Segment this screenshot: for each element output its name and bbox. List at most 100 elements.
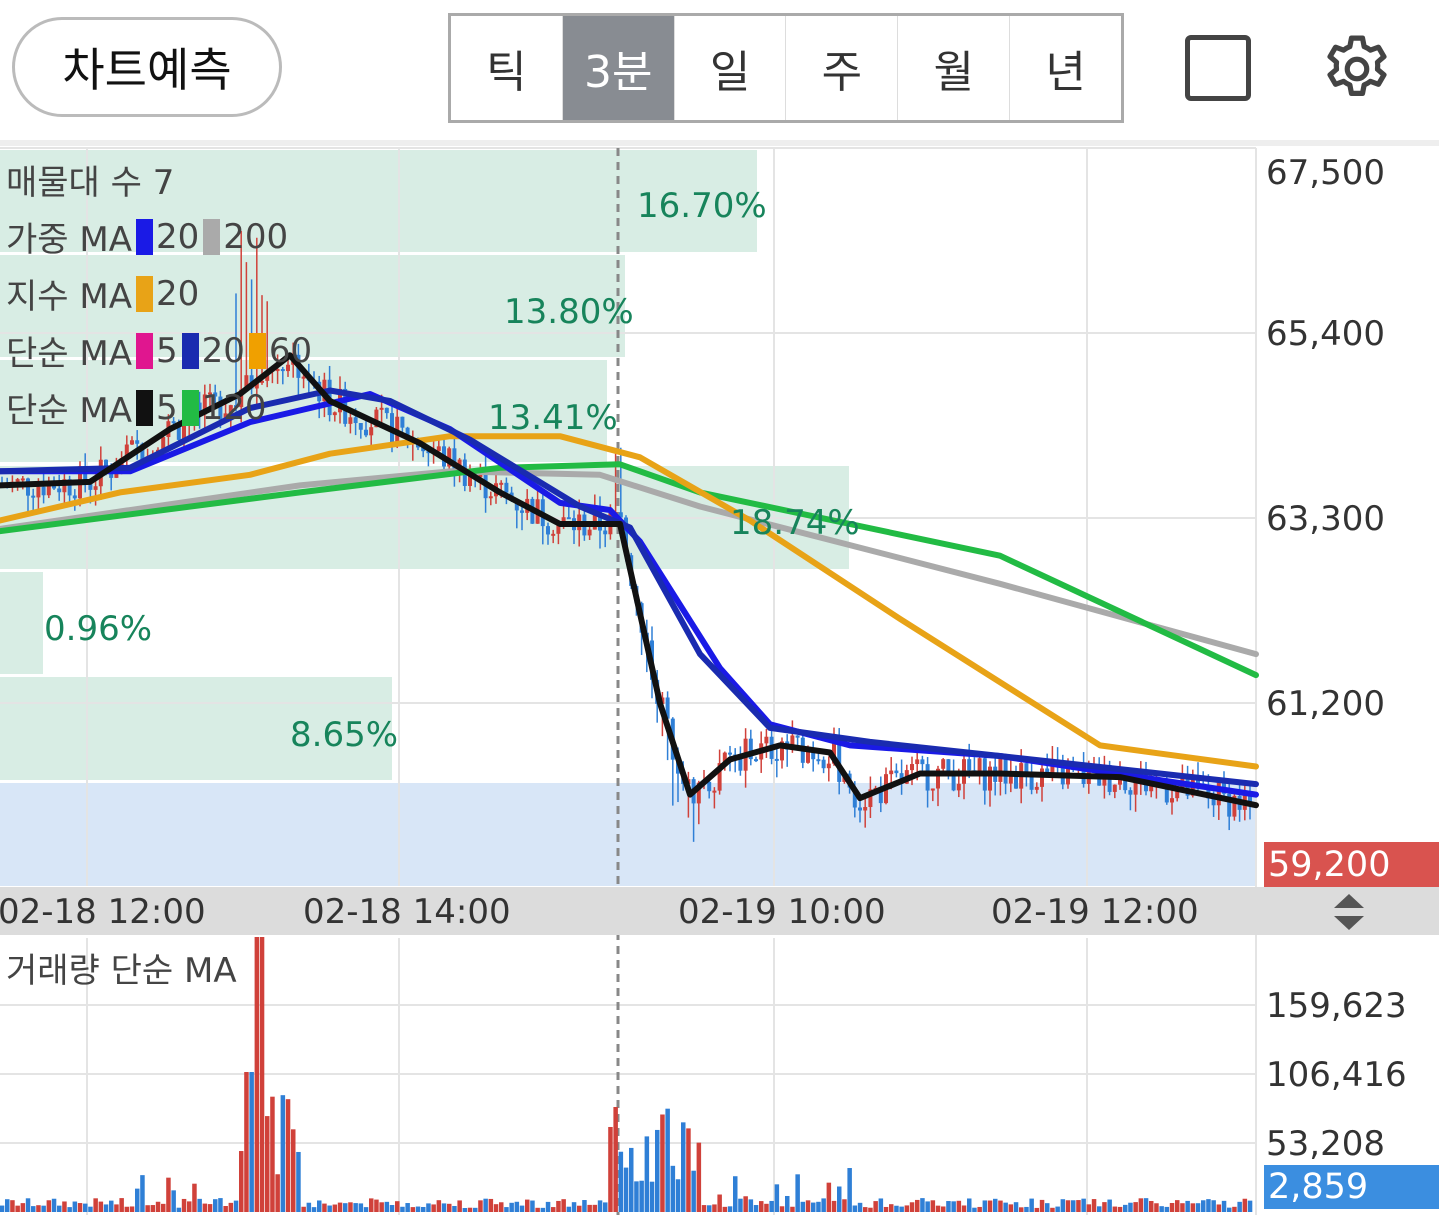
tab-week[interactable]: 주	[786, 16, 899, 120]
volume-bar	[410, 1207, 416, 1212]
volume-bar	[696, 1142, 702, 1212]
volume-bar	[873, 1201, 878, 1212]
volume-bar	[233, 1200, 239, 1212]
volume-bar	[649, 1181, 655, 1212]
tab-tick[interactable]: 틱	[451, 16, 563, 120]
volume-bar	[566, 1206, 572, 1212]
price-tick: 63,300	[1266, 499, 1385, 539]
volume-bar	[993, 1198, 998, 1212]
volume-bar	[46, 1200, 52, 1212]
volume-bar	[488, 1198, 494, 1212]
volume-bar	[831, 1200, 837, 1212]
volume-bar	[467, 1207, 473, 1212]
volume-bar	[1180, 1203, 1185, 1212]
volume-bar	[847, 1168, 852, 1212]
volume-bar	[592, 1204, 598, 1212]
candle-body	[889, 770, 894, 775]
legend-label: 가중 MA	[6, 220, 132, 260]
volume-bar	[826, 1182, 832, 1212]
candle-body	[587, 529, 592, 536]
volume-bar	[114, 1204, 119, 1212]
volume-bar	[618, 1151, 624, 1212]
volume-bar	[769, 1200, 774, 1212]
legend-simple-ma-1[interactable]: 단순 MA 5 20 60	[6, 326, 312, 375]
volume-bar	[1055, 1206, 1060, 1212]
volume-bar	[759, 1201, 764, 1212]
volume-bar	[545, 1201, 551, 1212]
candle-body	[764, 736, 769, 744]
volume-bar	[743, 1196, 748, 1212]
volume-bar	[0, 1205, 5, 1212]
volume-bar	[587, 1204, 592, 1212]
volume-bar	[961, 1205, 967, 1212]
volume-bar	[457, 1200, 462, 1212]
legend-exp-ma[interactable]: 지수 MA 20	[6, 269, 199, 318]
volume-bar	[795, 1174, 800, 1212]
volume-bar	[327, 1205, 332, 1212]
candle-body	[130, 440, 134, 445]
current-volume-badge: 2,859	[1264, 1165, 1439, 1209]
candle-body	[795, 735, 800, 738]
tab-3min[interactable]: 3분	[562, 16, 675, 120]
tab-month[interactable]: 월	[898, 16, 1011, 120]
legend-simple-ma-2[interactable]: 단순 MA 5 120	[6, 383, 267, 432]
tab-year[interactable]: 년	[1010, 16, 1121, 120]
candle-body	[863, 807, 868, 811]
volume-bar	[868, 1207, 873, 1212]
volume-bar	[83, 1203, 88, 1212]
candle-body	[1112, 784, 1117, 792]
volume-bar	[904, 1205, 910, 1212]
volume-bar	[629, 1147, 634, 1212]
color-swatch	[135, 389, 153, 426]
volume-bar	[441, 1203, 447, 1212]
volume-bar	[603, 1202, 608, 1212]
volume-bar	[837, 1186, 842, 1212]
chart-canvas[interactable]	[0, 146, 1439, 1215]
volume-bar	[707, 1205, 712, 1212]
candle-body	[20, 478, 25, 481]
volume-bar	[98, 1201, 104, 1212]
volume-bar	[582, 1200, 587, 1212]
volume-bar	[899, 1206, 904, 1212]
legend-label: 지수 MA	[6, 277, 132, 317]
legend-label: 단순 MA	[6, 391, 132, 431]
volume-bar	[10, 1200, 15, 1212]
volume-bar	[1008, 1204, 1014, 1212]
candle-body	[930, 788, 935, 791]
square-icon[interactable]	[1185, 35, 1251, 101]
volume-bar	[374, 1199, 379, 1212]
candle-body	[551, 533, 556, 536]
volume-bar	[103, 1204, 109, 1212]
volume-bar	[613, 1107, 618, 1212]
time-label: 02-19 10:00	[678, 892, 886, 932]
gear-icon[interactable]	[1318, 30, 1396, 108]
candle-body	[36, 486, 41, 498]
volume-bar	[192, 1183, 197, 1212]
legend-weighted-ma[interactable]: 가중 MA 20 200	[6, 212, 288, 261]
volume-bar	[842, 1199, 847, 1212]
legend-value: 200	[223, 216, 289, 257]
candle-body	[967, 759, 972, 771]
tab-day[interactable]: 일	[675, 16, 787, 120]
volume-bar	[1039, 1199, 1045, 1212]
volume-bar	[415, 1206, 421, 1212]
volume-bar	[447, 1203, 452, 1212]
volume-bar	[1071, 1200, 1076, 1212]
profile-percent: 0.96%	[44, 609, 153, 649]
volume-bar	[1003, 1202, 1008, 1212]
legend-value: 20	[155, 216, 200, 257]
volume-bar	[972, 1207, 977, 1212]
volume-bar	[311, 1207, 317, 1212]
volume-bar	[909, 1202, 915, 1212]
candle-body	[135, 440, 140, 444]
candle-body	[1170, 798, 1174, 803]
volume-bar	[987, 1200, 993, 1212]
volume-bar	[504, 1207, 509, 1212]
volume-bar	[852, 1205, 858, 1212]
volume-bar	[57, 1205, 62, 1212]
chart-predict-button[interactable]: 차트예측	[12, 17, 282, 117]
volume-bar	[187, 1201, 192, 1212]
volume-bar	[712, 1204, 717, 1212]
volume-bar	[951, 1201, 956, 1212]
resize-handle-icon[interactable]	[1330, 890, 1368, 934]
